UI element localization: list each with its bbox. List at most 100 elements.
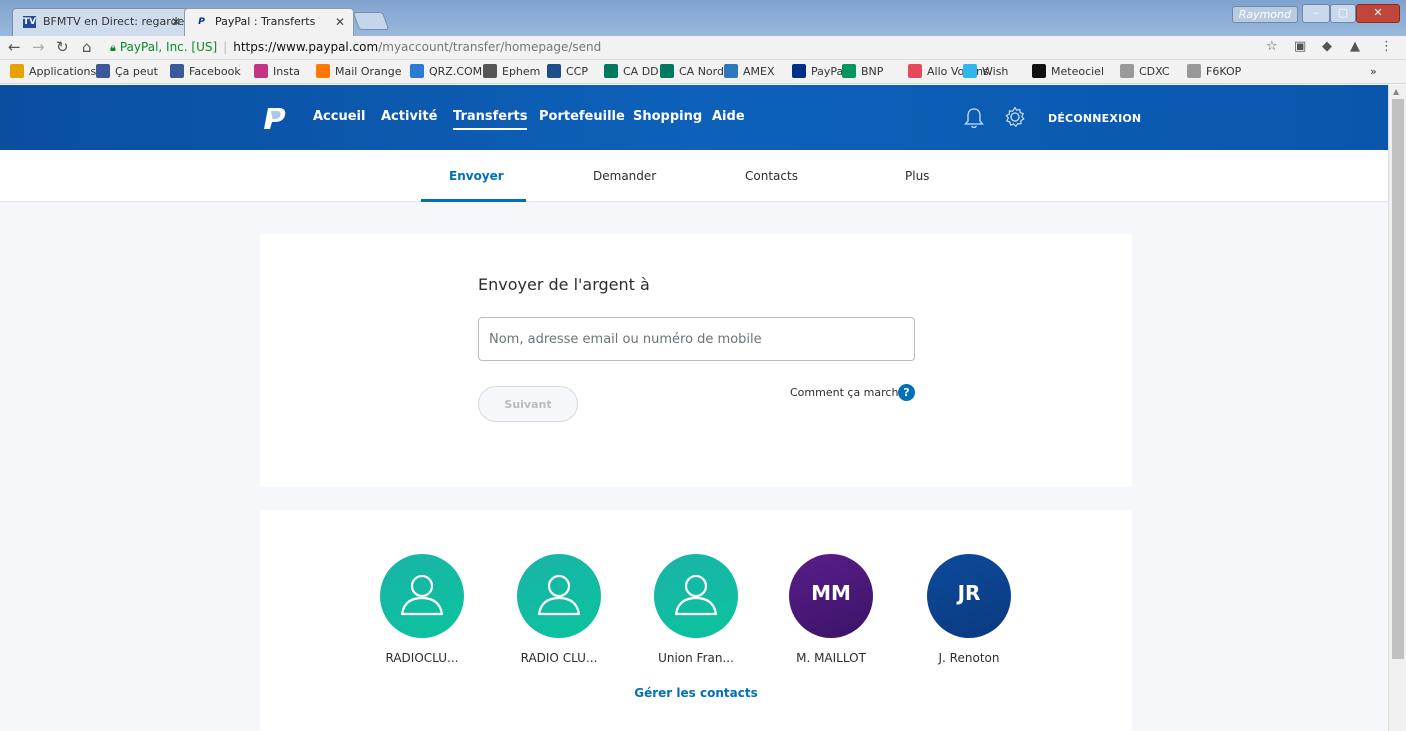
secure-label: PayPal, Inc. [US] bbox=[119, 40, 218, 54]
bookmark-favicon-icon bbox=[170, 64, 184, 78]
bookmark-item[interactable]: Mail Orange bbox=[316, 60, 401, 84]
bookmark-item[interactable]: Applications bbox=[10, 60, 96, 84]
bookmark-label: QRZ.COM bbox=[429, 65, 483, 78]
paypal-header: Accueil Activité Transferts Portefeuille… bbox=[0, 85, 1388, 150]
new-tab-button[interactable] bbox=[352, 12, 390, 30]
bookmark-favicon-icon bbox=[842, 64, 856, 78]
bookmark-item[interactable]: F6KOP bbox=[1187, 60, 1241, 84]
avatar: MM bbox=[789, 554, 873, 638]
extension-camera-icon[interactable]: ▣ bbox=[1294, 39, 1306, 54]
how-it-works-link[interactable]: Comment ça marche bbox=[790, 386, 905, 399]
browser-tab-bfmtv[interactable]: TV BFMTV en Direct: regarde ✕ bbox=[12, 8, 190, 36]
tab-close-icon[interactable]: ✕ bbox=[171, 9, 181, 35]
window-close-icon[interactable]: ✕ bbox=[1356, 4, 1400, 23]
person-icon bbox=[537, 574, 581, 616]
page-scrollbar[interactable]: ▲ bbox=[1388, 85, 1406, 731]
forward-arrow-icon[interactable]: → bbox=[32, 38, 45, 56]
bookmark-item[interactable]: CDXC bbox=[1120, 60, 1170, 84]
nav-accueil[interactable]: Accueil bbox=[313, 109, 365, 124]
bookmark-item[interactable]: CA DD bbox=[604, 60, 659, 84]
bookmark-favicon-icon bbox=[604, 64, 618, 78]
recipient-input[interactable] bbox=[478, 317, 915, 361]
paypal-favicon-icon: P bbox=[198, 17, 205, 27]
star-bookmark-icon[interactable]: ☆ bbox=[1266, 39, 1278, 54]
avatar bbox=[654, 554, 738, 638]
person-icon bbox=[674, 574, 718, 616]
profile-button[interactable]: Raymond bbox=[1231, 6, 1298, 23]
bookmark-item[interactable]: Insta bbox=[254, 60, 300, 84]
nav-portefeuille[interactable]: Portefeuille bbox=[539, 109, 625, 124]
minimize-icon[interactable]: – bbox=[1302, 4, 1330, 23]
logout-link[interactable]: DÉCONNEXION bbox=[1048, 112, 1141, 125]
tab-envoyer[interactable]: Envoyer bbox=[449, 169, 504, 183]
nav-transferts[interactable]: Transferts bbox=[453, 109, 528, 130]
bookmark-item[interactable]: Facebook bbox=[170, 60, 241, 84]
paypal-logo-icon[interactable] bbox=[262, 106, 288, 130]
manage-contacts-link[interactable]: Gérer les contacts bbox=[260, 686, 1132, 700]
maximize-icon[interactable]: ▢ bbox=[1330, 4, 1356, 23]
address-bar: ← → ↻ ⌂ 🔒︎ PayPal, Inc. [US] | https://www.… bbox=[0, 36, 1406, 60]
home-icon[interactable]: ⌂ bbox=[82, 38, 92, 56]
bookmark-item[interactable]: QRZ.COM bbox=[410, 60, 482, 84]
tab-plus[interactable]: Plus bbox=[905, 169, 929, 183]
bell-icon[interactable] bbox=[963, 106, 985, 130]
nav-activite[interactable]: Activité bbox=[381, 109, 437, 124]
nav-aide[interactable]: Aide bbox=[712, 109, 745, 124]
avatar: JR bbox=[927, 554, 1011, 638]
gear-icon[interactable] bbox=[1004, 106, 1026, 128]
contact-item[interactable]: RADIOCLU... bbox=[372, 554, 472, 665]
contact-item[interactable]: JR J. Renoton bbox=[919, 554, 1019, 665]
scroll-up-arrow-icon[interactable]: ▲ bbox=[1393, 87, 1399, 96]
tab-title: BFMTV en Direct: regarde bbox=[43, 15, 185, 28]
bfmtv-favicon-icon: TV bbox=[23, 16, 37, 28]
scrollbar-thumb[interactable] bbox=[1392, 99, 1404, 659]
bookmark-item[interactable]: PayPal bbox=[792, 60, 846, 84]
tab-title: PayPal : Transferts bbox=[215, 15, 316, 28]
person-icon bbox=[400, 574, 444, 616]
lock-icon: 🔒︎ bbox=[110, 41, 116, 54]
bookmark-item[interactable]: Meteociel bbox=[1032, 60, 1104, 84]
bookmark-label: Mail Orange bbox=[335, 65, 402, 78]
bookmark-favicon-icon bbox=[10, 64, 24, 78]
bookmark-favicon-icon bbox=[96, 64, 110, 78]
bookmark-label: BNP bbox=[861, 65, 884, 78]
bookmark-item[interactable]: CCP bbox=[547, 60, 588, 84]
contact-item[interactable]: Union Fran... bbox=[646, 554, 746, 665]
bookmarks-overflow-icon[interactable]: » bbox=[1370, 60, 1377, 84]
contact-item[interactable]: RADIO CLU... bbox=[509, 554, 609, 665]
send-money-card: Envoyer de l'argent à Suivant Comment ça… bbox=[260, 234, 1132, 487]
bookmark-item[interactable]: Ephem bbox=[483, 60, 540, 84]
bookmark-label: CA DD bbox=[623, 65, 659, 78]
extension-icon[interactable]: ◆ bbox=[1322, 39, 1332, 54]
tab-demander[interactable]: Demander bbox=[593, 169, 656, 183]
help-icon[interactable]: ? bbox=[898, 384, 915, 401]
contact-item[interactable]: MM M. MAILLOT bbox=[781, 554, 881, 665]
bookmark-favicon-icon bbox=[254, 64, 268, 78]
bookmark-label: AMEX bbox=[743, 65, 775, 78]
menu-kebab-icon[interactable]: ⋮ bbox=[1380, 39, 1393, 54]
extension-triangle-icon[interactable]: ▲ bbox=[1350, 39, 1360, 54]
bookmark-item[interactable]: CA Nord bbox=[660, 60, 724, 84]
tab-contacts[interactable]: Contacts bbox=[745, 169, 798, 183]
bookmark-favicon-icon bbox=[1032, 64, 1046, 78]
bookmark-favicon-icon bbox=[660, 64, 674, 78]
bookmark-label: Applications bbox=[29, 65, 97, 78]
tab-close-icon[interactable]: ✕ bbox=[335, 9, 345, 35]
bookmark-item[interactable]: Ça peut bbox=[96, 60, 158, 84]
nav-shopping[interactable]: Shopping bbox=[633, 109, 702, 124]
bookmark-favicon-icon bbox=[1187, 64, 1201, 78]
bookmark-item[interactable]: BNP bbox=[842, 60, 883, 84]
contact-name: Union Fran... bbox=[658, 651, 734, 665]
reload-icon[interactable]: ↻ bbox=[56, 38, 69, 56]
bookmarks-bar: » Applications Ça peut Facebook Insta Mail O… bbox=[0, 60, 1406, 84]
browser-tab-paypal[interactable]: P PayPal : Transferts ✕ bbox=[184, 8, 354, 36]
bookmark-item[interactable]: AMEX bbox=[724, 60, 775, 84]
url-path: /myaccount/transfer/homepage/send bbox=[378, 40, 602, 54]
next-button[interactable]: Suivant bbox=[478, 386, 578, 422]
bookmark-label: CDXC bbox=[1139, 65, 1170, 78]
browser-tab-bar: TV BFMTV en Direct: regarde ✕ P PayPal :… bbox=[0, 0, 1406, 36]
back-arrow-icon[interactable]: ← bbox=[8, 38, 21, 56]
url-input[interactable]: 🔒︎ PayPal, Inc. [US] | https://www.paypal.c… bbox=[110, 37, 1290, 58]
bookmark-item[interactable]: Wish bbox=[963, 60, 1008, 84]
bookmark-label: Insta bbox=[273, 65, 301, 78]
